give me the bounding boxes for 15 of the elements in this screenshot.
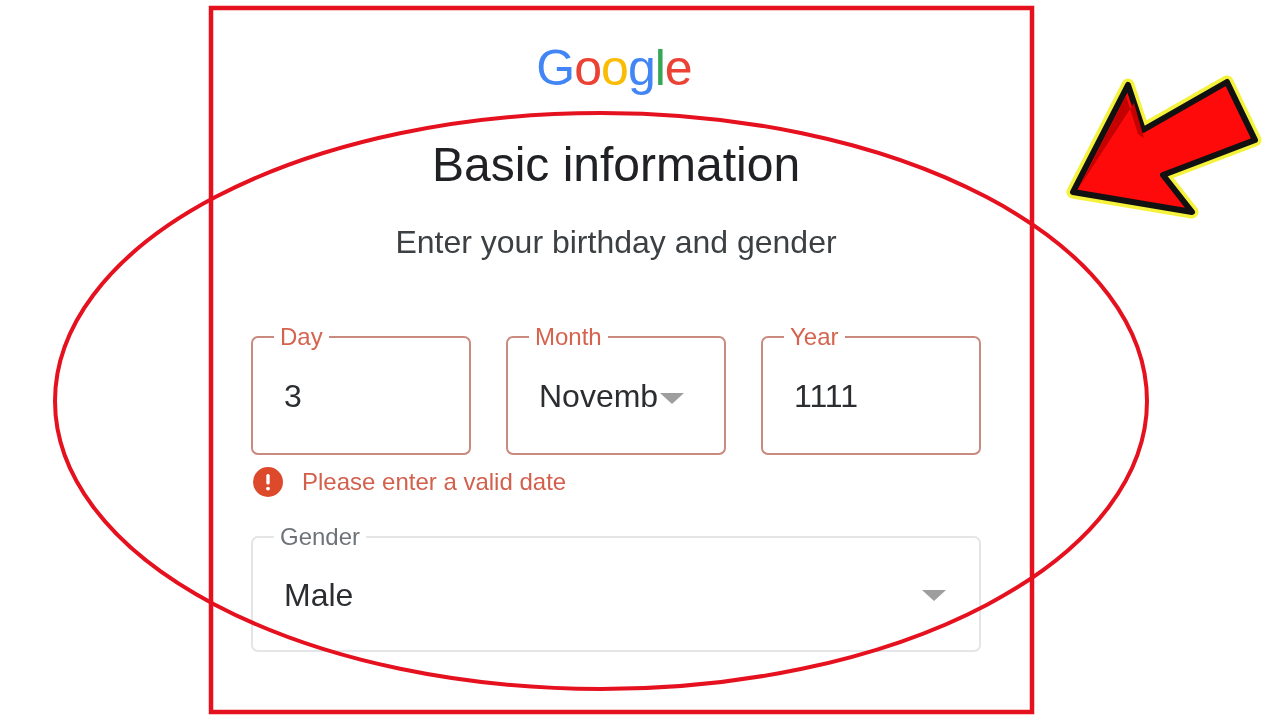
page-subtitle: Enter your birthday and gender (395, 223, 837, 262)
caret-icon (660, 392, 685, 404)
field-value: 1111 (794, 377, 859, 415)
field-value: Novemb (539, 377, 659, 415)
error-icon (253, 467, 283, 497)
page-title: Basic information (431, 137, 801, 193)
field-value: 3 (284, 377, 302, 415)
caret-icon (922, 589, 946, 601)
field-value: Male (284, 576, 354, 614)
field-label: Gender (279, 523, 362, 551)
error-message: Please enter a valid date (302, 467, 567, 497)
logo: Google (536, 40, 692, 96)
field-label: Year (789, 323, 840, 351)
field-label: Day (279, 323, 324, 351)
field-label: Month (534, 323, 603, 351)
